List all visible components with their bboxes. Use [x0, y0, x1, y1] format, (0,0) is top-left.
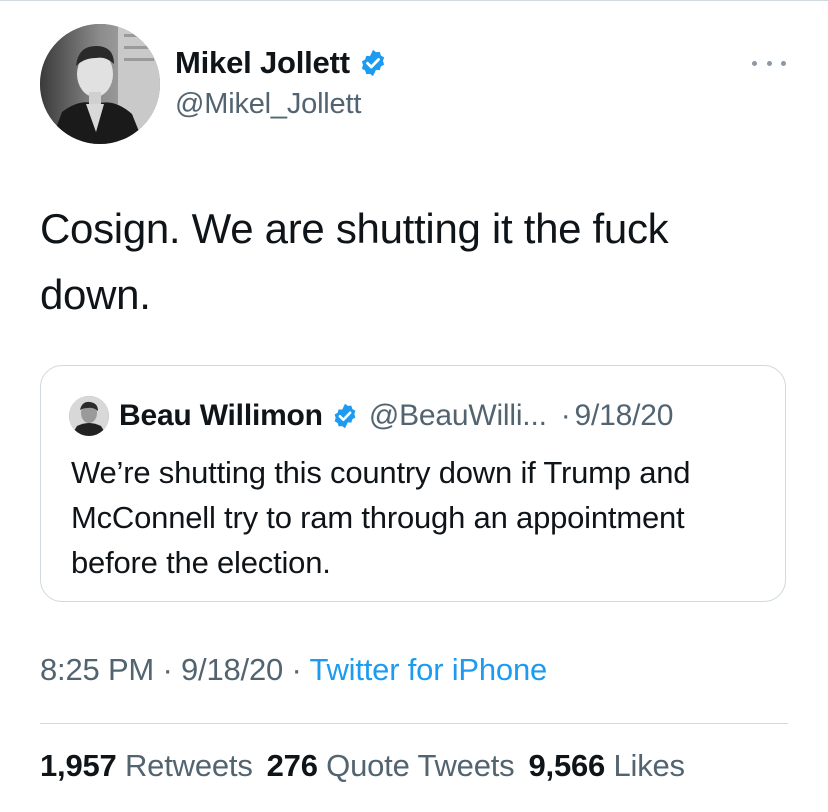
quoted-tweet-text: We’re shutting this country down if Trum… [71, 455, 691, 580]
verified-badge-icon [358, 48, 388, 78]
meta-separator: · [283, 652, 310, 687]
tweet-time: 8:25 PM [40, 652, 155, 687]
quoted-author-avatar [69, 396, 109, 436]
quoted-separator: · [560, 399, 571, 432]
tweet-source-link[interactable]: Twitter for iPhone [309, 652, 547, 687]
author-block: Mikel Jollett @Mikel_Jollett [175, 44, 388, 121]
likes-stat[interactable]: 9,566 Likes [528, 748, 685, 783]
likes-count: 9,566 [528, 748, 606, 783]
top-border [0, 0, 828, 1]
quoted-author-name: Beau Willimon [119, 399, 323, 432]
tweet-stats: 1,957 Retweets 276 Quote Tweets 9,566 Like… [40, 748, 685, 784]
tweet-text: Cosign. We are shutting it the fuck down… [40, 205, 669, 318]
retweets-label: Retweets [125, 748, 253, 783]
quote-tweets-count: 276 [266, 748, 318, 783]
quoted-tweet-header: Beau Willimon @BeauWilli... · 9/18/20 [69, 396, 673, 436]
quoted-author-handle: @BeauWilli... [368, 399, 547, 432]
tweet-date: 9/18/20 [181, 652, 284, 687]
author-name[interactable]: Mikel Jollett [175, 45, 350, 81]
author-handle[interactable]: @Mikel_Jollett [175, 88, 388, 121]
divider [40, 723, 788, 724]
author-name-row: Mikel Jollett [175, 44, 388, 82]
quoted-tweet[interactable]: Beau Willimon @BeauWilli... · 9/18/20 We… [40, 365, 786, 602]
quote-tweets-label: Quote Tweets [326, 748, 515, 783]
more-horizontal-icon[interactable] [752, 56, 786, 70]
meta-separator: · [154, 652, 182, 687]
author-avatar[interactable] [40, 24, 160, 144]
tweet-meta: 8:25 PM · 9/18/20 · Twitter for iPhone [40, 652, 547, 688]
retweets-stat[interactable]: 1,957 Retweets [40, 748, 253, 783]
verified-badge-icon [331, 402, 359, 430]
retweets-count: 1,957 [40, 748, 117, 783]
likes-label: Likes [613, 748, 685, 783]
quoted-date: 9/18/20 [574, 399, 674, 432]
quote-tweets-stat[interactable]: 276 Quote Tweets [267, 748, 515, 783]
